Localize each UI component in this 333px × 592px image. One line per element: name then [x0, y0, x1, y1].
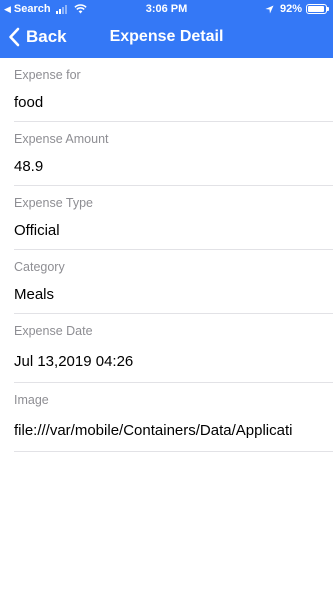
field-expense-date: Expense Date Jul 13,2019 04:26	[14, 314, 333, 383]
field-label: Image	[14, 393, 49, 407]
battery-icon	[306, 4, 329, 14]
field-label: Expense for	[14, 68, 81, 82]
status-right: 92%	[265, 3, 329, 15]
field-value: Official	[14, 222, 60, 239]
page-title: Expense Detail	[109, 28, 224, 45]
field-label: Category	[14, 260, 65, 274]
field-value: 48.9	[14, 158, 44, 175]
location-arrow-icon	[265, 4, 274, 14]
top-bar: ◀ Search 3:06 PM 92% Back Expense Detail	[0, 0, 333, 58]
field-label: Expense Amount	[14, 132, 109, 146]
battery-fill	[308, 6, 324, 12]
field-image: Image file:///var/mobile/Containers/Data…	[14, 383, 333, 452]
detail-list: Expense for food Expense Amount 48.9 Exp…	[0, 58, 333, 452]
field-label: Expense Type	[14, 196, 93, 210]
field-value: food	[14, 94, 44, 111]
field-expense-for: Expense for food	[14, 58, 333, 122]
field-expense-type: Expense Type Official	[14, 186, 333, 250]
field-value: Meals	[14, 286, 55, 303]
screen: ◀ Search 3:06 PM 92% Back Expense Detail…	[0, 0, 333, 592]
field-label: Expense Date	[14, 324, 93, 338]
field-expense-amount: Expense Amount 48.9	[14, 122, 333, 186]
battery-percent: 92%	[279, 3, 302, 15]
field-value: Jul 13,2019 04:26	[14, 353, 134, 370]
navigation-bar: Back Expense Detail	[0, 18, 333, 58]
field-value: file:///var/mobile/Containers/Data/Appli…	[14, 422, 293, 439]
field-category: Category Meals	[14, 250, 333, 314]
status-bar: ◀ Search 3:06 PM 92%	[0, 0, 333, 18]
